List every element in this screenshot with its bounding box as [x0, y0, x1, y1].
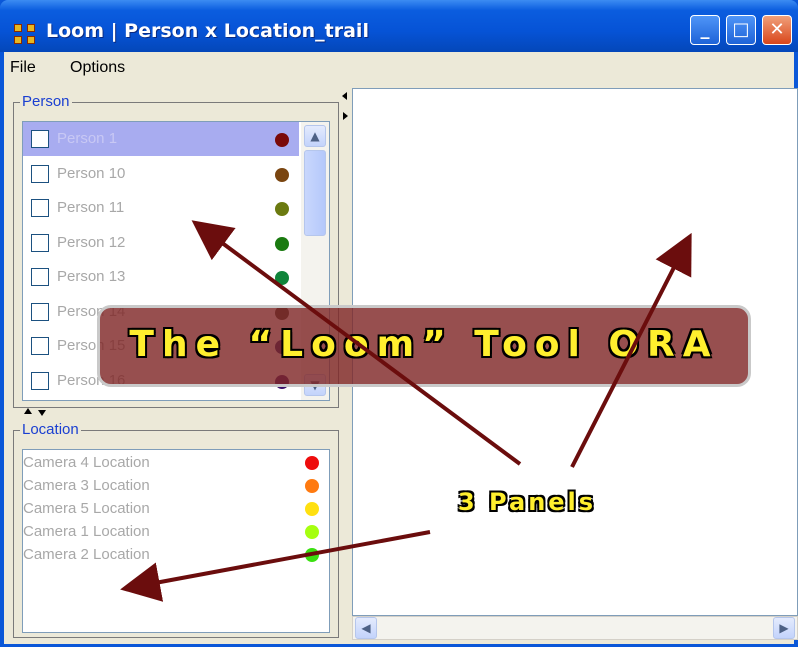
arrow-to-person-panel — [191, 220, 522, 466]
arrow-to-canvas-panel — [570, 232, 692, 468]
arrow-to-location-panel — [120, 530, 431, 602]
annotation-arrows — [120, 220, 692, 602]
